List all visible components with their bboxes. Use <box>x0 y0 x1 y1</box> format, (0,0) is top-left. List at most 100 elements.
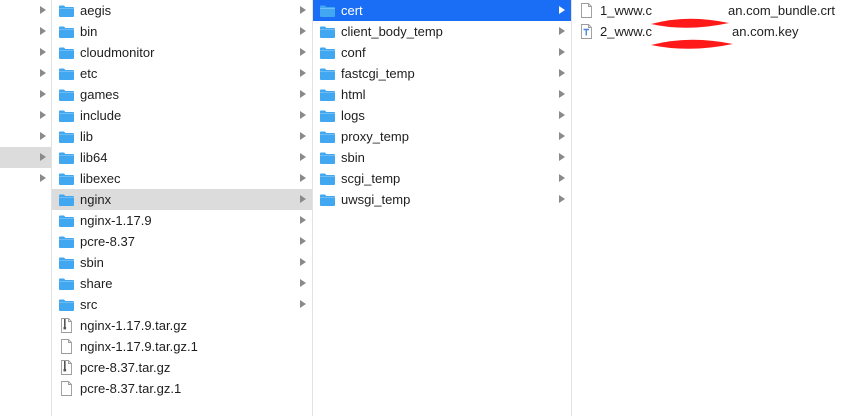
file-item-pcre-8-37-tar-gz[interactable]: pcre-8.37.tar.gz <box>52 357 312 378</box>
item-label: include <box>80 108 122 123</box>
label-end: an.com_bundle.crt <box>728 3 835 18</box>
parent-column-row[interactable] <box>0 168 51 189</box>
file-item-2[interactable]: 2_www.c an.com.key <box>572 21 863 49</box>
file-item-1[interactable]: 1_www.c an.com_bundle.crt <box>572 0 863 28</box>
parent-column-row[interactable] <box>0 294 51 315</box>
disclosure-arrow-icon <box>40 48 46 56</box>
item-label: pcre-8.37 <box>80 234 135 249</box>
folder-item-uwsgi-temp[interactable]: uwsgi_temp <box>313 189 571 210</box>
folder-icon <box>59 131 74 143</box>
label-start: 2_www.c <box>600 24 653 39</box>
folder-icon <box>320 5 335 17</box>
disclosure-arrow-icon <box>559 27 565 35</box>
disclosure-arrow-icon <box>300 237 306 245</box>
file-item-pcre-8-37-tar-gz-1[interactable]: pcre-8.37.tar.gz.1 <box>52 378 312 399</box>
disclosure-arrow-icon <box>300 132 306 140</box>
parent-column-row[interactable] <box>0 231 51 252</box>
parent-column-row[interactable] <box>0 84 51 105</box>
folder-item-etc[interactable]: etc <box>52 63 312 84</box>
folder-item-lib64[interactable]: lib64 <box>52 147 312 168</box>
item-label: etc <box>80 66 98 81</box>
disclosure-arrow-icon <box>559 174 565 182</box>
disclosure-arrow-icon <box>40 69 46 77</box>
folder-item-cert[interactable]: cert <box>313 0 571 21</box>
folder-item-share[interactable]: share <box>52 273 312 294</box>
folder-icon <box>59 89 74 101</box>
parent-column-row[interactable] <box>0 126 51 147</box>
folder-item-include[interactable]: include <box>52 105 312 126</box>
folder-icon <box>320 194 335 206</box>
disclosure-arrow-icon <box>40 27 46 35</box>
item-label: nginx-1.17.9 <box>80 213 152 228</box>
folder-item-logs[interactable]: logs <box>313 105 571 126</box>
folder-icon <box>59 299 74 311</box>
folder-icon <box>59 278 74 290</box>
folder-item-bin[interactable]: bin <box>52 21 312 42</box>
folder-icon <box>59 47 74 59</box>
parent-column-row[interactable] <box>0 336 51 357</box>
folder-item-lib[interactable]: lib <box>52 126 312 147</box>
parent-column-row[interactable] <box>0 357 51 378</box>
parent-column-row[interactable] <box>0 105 51 126</box>
file-item-nginx-1-17-9-tar-gz-1[interactable]: nginx-1.17.9.tar.gz.1 <box>52 336 312 357</box>
item-label: uwsgi_temp <box>341 192 411 207</box>
parent-column-row[interactable] <box>0 210 51 231</box>
folder-item-nginx[interactable]: nginx <box>52 189 312 210</box>
label-end: an.com.key <box>732 24 799 39</box>
parent-column-row[interactable] <box>0 63 51 84</box>
folder-icon <box>320 68 335 80</box>
item-label: client_body_temp <box>341 24 443 39</box>
disclosure-arrow-icon <box>300 111 306 119</box>
parent-column[interactable] <box>0 0 51 416</box>
folder-item-sbin[interactable]: sbin <box>313 147 571 168</box>
folder-item-aegis[interactable]: aegis <box>52 0 312 21</box>
parent-column-row[interactable] <box>0 189 51 210</box>
disclosure-arrow-icon <box>40 174 46 182</box>
parent-column-row[interactable] <box>0 0 51 21</box>
folder-item-proxy-temp[interactable]: proxy_temp <box>313 126 571 147</box>
item-label: share <box>80 276 113 291</box>
item-label: nginx-1.17.9.tar.gz <box>80 318 187 333</box>
folder-item-nginx-1-17-9[interactable]: nginx-1.17.9 <box>52 210 312 231</box>
document-icon <box>581 3 592 18</box>
folder-item-html[interactable]: html <box>313 84 571 105</box>
column-cert[interactable]: 1_www.c an.com_bundle.crt 2_www.c an.com… <box>572 0 863 416</box>
item-label: lib64 <box>80 150 108 165</box>
folder-item-cloudmonitor[interactable]: cloudmonitor <box>52 42 312 63</box>
folder-icon <box>59 215 74 227</box>
folder-icon <box>320 26 335 38</box>
parent-column-row[interactable] <box>0 252 51 273</box>
disclosure-arrow-icon <box>300 153 306 161</box>
folder-item-client-body-temp[interactable]: client_body_temp <box>313 21 571 42</box>
parent-column-row[interactable] <box>0 315 51 336</box>
parent-column-row[interactable] <box>0 378 51 399</box>
parent-column-row[interactable] <box>0 273 51 294</box>
parent-column-row[interactable] <box>0 42 51 63</box>
parent-column-row[interactable] <box>0 21 51 42</box>
column-nginx[interactable]: cert client_body_temp conf fastcgi_temp … <box>313 0 571 416</box>
item-label: aegis <box>80 3 112 18</box>
text-file-icon <box>581 24 592 39</box>
folder-icon <box>320 89 335 101</box>
archive-icon <box>61 318 72 333</box>
parent-column-row[interactable] <box>0 147 51 168</box>
folder-icon <box>59 152 74 164</box>
disclosure-arrow-icon <box>559 153 565 161</box>
folder-item-src[interactable]: src <box>52 294 312 315</box>
item-label: 2_www.c an.com.key <box>600 24 799 49</box>
folder-item-fastcgi-temp[interactable]: fastcgi_temp <box>313 63 571 84</box>
column-root[interactable]: aegis bin cloudmonitor etc games include… <box>52 0 312 416</box>
folder-item-libexec[interactable]: libexec <box>52 168 312 189</box>
file-item-nginx-1-17-9-tar-gz[interactable]: nginx-1.17.9.tar.gz <box>52 315 312 336</box>
folder-item-pcre-8-37[interactable]: pcre-8.37 <box>52 231 312 252</box>
folder-item-games[interactable]: games <box>52 84 312 105</box>
folder-item-sbin[interactable]: sbin <box>52 252 312 273</box>
folder-item-scgi-temp[interactable]: scgi_temp <box>313 168 571 189</box>
disclosure-arrow-icon <box>300 69 306 77</box>
folder-item-conf[interactable]: conf <box>313 42 571 63</box>
item-label: scgi_temp <box>341 171 401 186</box>
disclosure-arrow-icon <box>300 90 306 98</box>
disclosure-arrow-icon <box>40 111 46 119</box>
disclosure-arrow-icon <box>300 6 306 14</box>
item-label: 1_www.c an.com_bundle.crt <box>600 3 835 28</box>
